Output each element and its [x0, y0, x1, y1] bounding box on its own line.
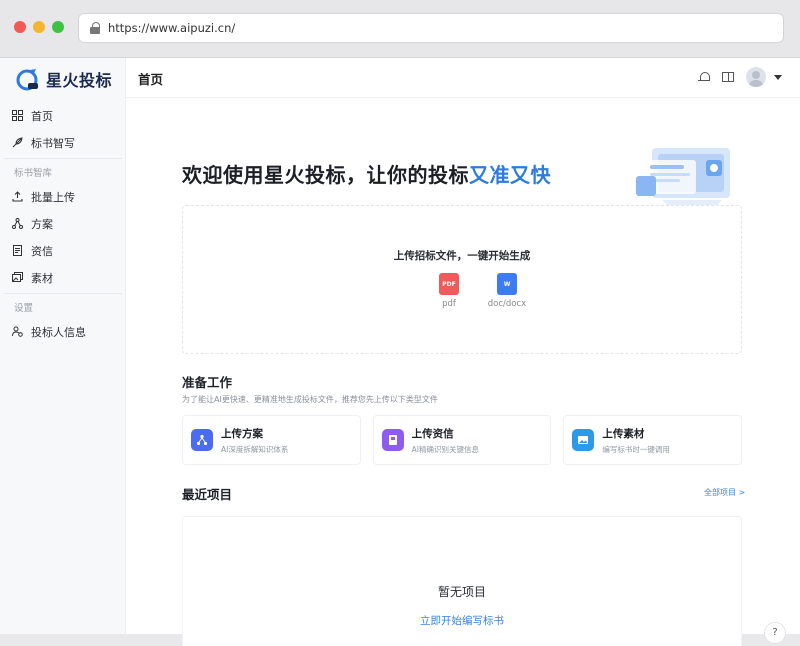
- url-text: https://www.aipuzi.cn/: [108, 21, 236, 35]
- logo-text: 星火投标: [46, 71, 113, 90]
- upload-materials-card[interactable]: 上传素材 编写标书时一键调用: [563, 415, 743, 465]
- logo[interactable]: 星火投标: [16, 66, 112, 92]
- logo-icon: [16, 67, 40, 91]
- welcome-heading: 欢迎使用星火投标，让你的投标又准又快: [182, 159, 551, 188]
- sidebar-item-bidder-info[interactable]: 投标人信息: [0, 318, 126, 345]
- image-icon: [572, 429, 595, 451]
- window-controls: [14, 21, 64, 33]
- lock-icon: [90, 22, 100, 34]
- card-title: 上传素材: [602, 427, 645, 440]
- sidebar-section-settings: 设置: [14, 303, 34, 314]
- recent-title: 最近项目: [182, 487, 233, 502]
- avatar[interactable]: [746, 67, 766, 87]
- user-settings-icon: [12, 326, 23, 337]
- recent-projects-panel: 暂无项目 立即开始编写标书: [182, 516, 742, 646]
- sidebar-item-home[interactable]: 首页: [0, 102, 126, 129]
- card-desc: AI深度拆解知识体系: [221, 444, 289, 454]
- sidebar-item-label: 批量上传: [31, 190, 75, 204]
- browser-titlebar: https://www.aipuzi.cn/: [0, 0, 800, 58]
- sidebar-item-label: 素材: [31, 271, 53, 285]
- upload-dropzone[interactable]: 上传招标文件，一键开始生成 PDF pdf W doc/docx: [182, 205, 742, 354]
- minimize-window-button[interactable]: [33, 21, 45, 33]
- sidebar-nav: 首页 标书智写 标书智库 批量上传 方案 资信 素材 设置 投标人信息: [0, 102, 126, 345]
- empty-state-title: 暂无项目: [437, 585, 486, 599]
- upload-title: 上传招标文件，一键开始生成: [393, 250, 531, 262]
- start-writing-link[interactable]: 立即开始编写标书: [183, 613, 741, 628]
- upload-plan-card[interactable]: 上传方案 AI深度拆解知识体系: [182, 415, 361, 465]
- filetype-list: PDF pdf W doc/docx: [429, 273, 527, 309]
- card-title: 上传方案: [221, 427, 263, 440]
- sidebar-item-materials[interactable]: 素材: [0, 264, 126, 291]
- network-icon: [191, 429, 213, 451]
- divider: [4, 158, 122, 159]
- prep-cards: 上传方案 AI深度拆解知识体系 上传资信 AI精确识别关键信息 上传素材 编写标…: [182, 415, 743, 465]
- upload-icon: [12, 191, 23, 202]
- book-icon[interactable]: [722, 72, 734, 82]
- filetype-pdf: PDF pdf: [429, 273, 469, 309]
- page-title: 首页: [138, 72, 164, 87]
- welcome-text: 欢迎使用星火投标，让你的投标: [182, 163, 469, 187]
- main-content: 欢迎使用星火投标，让你的投标又准又快 上传招标文件，一键开始生成 PDF pdf…: [126, 98, 800, 646]
- address-bar[interactable]: https://www.aipuzi.cn/: [78, 13, 784, 43]
- quill-icon: [12, 137, 23, 148]
- browser-window: https://www.aipuzi.cn/ 星火投标 首页 标书智写 标书智库…: [0, 0, 800, 646]
- divider: [4, 293, 122, 294]
- sidebar: 星火投标 首页 标书智写 标书智库 批量上传 方案 资信 素材 设置 投标人信息: [0, 58, 126, 634]
- sidebar-item-batch-upload[interactable]: 批量上传: [0, 183, 126, 210]
- sidebar-section-library: 标书智库: [14, 168, 53, 179]
- card-text: 上传方案 AI深度拆解知识体系: [221, 426, 288, 455]
- sidebar-item-label: 方案: [31, 217, 53, 231]
- filetype-doc: W doc/docx: [487, 273, 527, 309]
- document-icon: [12, 245, 23, 256]
- sidebar-item-plan[interactable]: 方案: [0, 210, 126, 237]
- prep-subtitle: 为了能让AI更快速、更精准地生成投标文件，推荐您先上传以下类型文件: [182, 395, 438, 404]
- document-icon: [381, 429, 404, 451]
- card-desc: 编写标书时一键调用: [602, 444, 670, 454]
- chevron-down-icon[interactable]: [774, 74, 782, 80]
- sidebar-item-label: 标书智写: [31, 136, 75, 150]
- sidebar-item-label: 投标人信息: [31, 325, 86, 339]
- sidebar-item-smart-write[interactable]: 标书智写: [0, 129, 126, 156]
- help-button[interactable]: ?: [764, 622, 786, 644]
- card-text: 上传资信 AI精确识别关键信息: [412, 426, 479, 455]
- sidebar-item-credentials[interactable]: 资信: [0, 237, 126, 264]
- top-actions: [698, 67, 782, 87]
- maximize-window-button[interactable]: [52, 21, 64, 33]
- sidebar-item-label: 资信: [31, 244, 53, 258]
- card-title: 上传资信: [411, 427, 454, 440]
- card-text: 上传素材 编写标书时一键调用: [602, 426, 670, 455]
- top-bar: 首页: [126, 58, 800, 98]
- app: 星火投标 首页 标书智写 标书智库 批量上传 方案 资信 素材 设置 投标人信息…: [0, 58, 800, 646]
- network-icon: [12, 218, 23, 229]
- image-stack-icon: [12, 272, 23, 283]
- welcome-accent: 又准又快: [469, 163, 551, 187]
- upload-credentials-card[interactable]: 上传资信 AI精确识别关键信息: [372, 415, 552, 465]
- filetype-label: doc/docx: [487, 299, 527, 309]
- illustration-image: [632, 146, 736, 208]
- filetype-label: pdf: [442, 299, 456, 309]
- grid-icon: [12, 110, 23, 121]
- card-desc: AI精确识别关键信息: [411, 444, 480, 454]
- sidebar-item-label: 首页: [31, 109, 53, 123]
- close-window-button[interactable]: [14, 21, 26, 33]
- pdf-icon: PDF: [439, 273, 459, 295]
- all-projects-link[interactable]: 全部项目 >: [704, 487, 745, 498]
- prep-title: 准备工作: [182, 375, 233, 390]
- bell-icon[interactable]: [698, 71, 710, 83]
- word-icon: W: [497, 273, 517, 295]
